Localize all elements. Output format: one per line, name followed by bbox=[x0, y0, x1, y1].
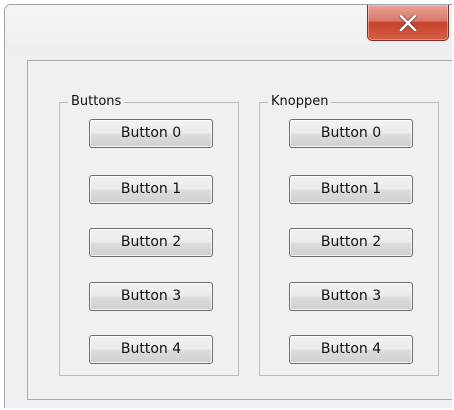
knoppen-group-button-4[interactable]: Button 4 bbox=[289, 335, 413, 364]
buttons-group-button-0[interactable]: Button 0 bbox=[89, 119, 213, 148]
group-label-buttons: Buttons bbox=[68, 93, 125, 111]
group-label-knoppen: Knoppen bbox=[268, 93, 332, 111]
buttons-group-button-3[interactable]: Button 3 bbox=[89, 282, 213, 311]
buttons-group: Buttons Button 0 Button 1 Button 2 Butto… bbox=[59, 93, 239, 376]
dialog-window: Buttons Button 0 Button 1 Button 2 Butto… bbox=[4, 4, 452, 408]
knoppen-group-button-2[interactable]: Button 2 bbox=[289, 228, 413, 257]
buttons-group-button-2[interactable]: Button 2 bbox=[89, 228, 213, 257]
client-area: Buttons Button 0 Button 1 Button 2 Butto… bbox=[27, 60, 452, 400]
close-icon bbox=[399, 14, 417, 31]
knoppen-group: Knoppen Button 0 Button 1 Button 2 Butto… bbox=[259, 93, 439, 376]
knoppen-group-button-3[interactable]: Button 3 bbox=[289, 282, 413, 311]
buttons-group-button-4[interactable]: Button 4 bbox=[89, 335, 213, 364]
title-bar bbox=[5, 5, 452, 49]
knoppen-group-button-0[interactable]: Button 0 bbox=[289, 119, 413, 148]
close-button[interactable] bbox=[367, 5, 449, 41]
buttons-group-button-1[interactable]: Button 1 bbox=[89, 175, 213, 204]
knoppen-group-button-1[interactable]: Button 1 bbox=[289, 175, 413, 204]
